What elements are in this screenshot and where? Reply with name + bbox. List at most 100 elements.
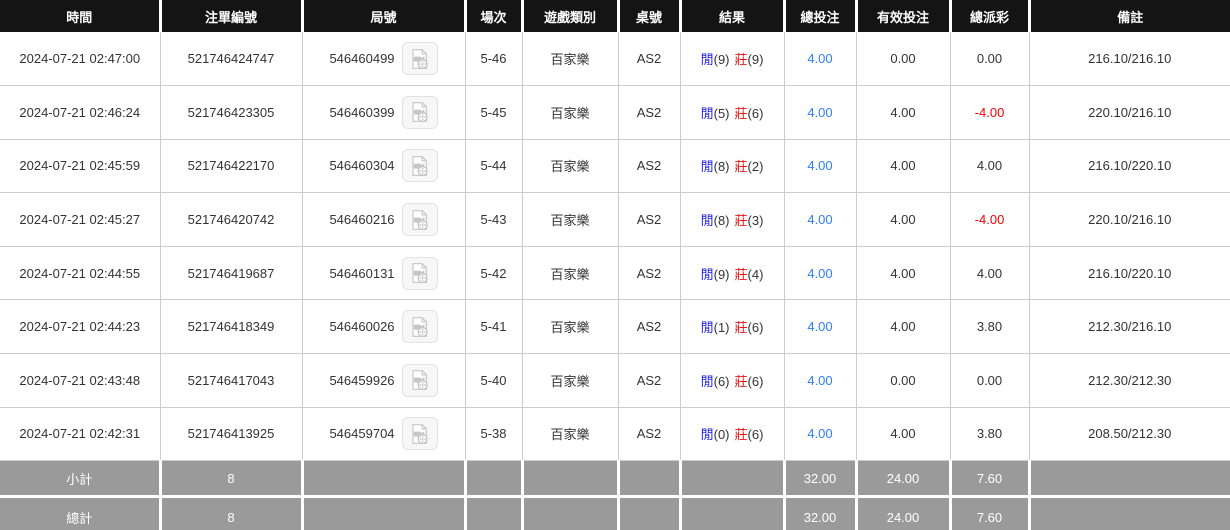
banker-score: (6) [747,105,764,121]
valid-bet-cell: 0.00 [856,32,951,87]
video-replay-button[interactable] [401,203,438,237]
player-score: (9) [713,266,730,282]
player-score: (1) [713,320,730,336]
footer-game-cell [522,460,620,499]
round-cell: 546460499 [302,32,466,87]
table-no-cell: AS2 [618,407,681,462]
round-cell: 546459926 [302,353,466,408]
total-bet-cell: 4.00 [784,299,857,355]
player-score: (8) [713,213,730,229]
video-replay-button[interactable] [401,310,438,344]
footer-table-no-cell [618,460,682,499]
player-label: 閒 [700,427,714,443]
table-header-row: 時間 注單編號 局號 場次 遊戲類別 桌號 結果 總投注 有效投注 總派彩 備註 [0,0,1230,32]
result-cell: 閒(8) 莊(2) [680,139,785,194]
footer-bet-count: 8 [160,496,304,530]
player-label: 閒 [700,105,714,121]
game-cell: 百家樂 [522,32,619,87]
footer-row: 總計 8 32.00 24.00 7.60 [0,496,1230,530]
table-no-cell: AS2 [618,32,681,87]
bet-id-cell: 521746413925 [160,407,303,462]
player-score: (9) [713,52,730,68]
result-cell: 閒(8) 莊(3) [680,192,785,247]
game-cell: 百家樂 [522,353,619,408]
footer-session-cell [465,496,524,530]
video-file-icon [411,370,428,391]
round-number: 546460216 [329,212,395,228]
header-total-bet: 總投注 [784,0,858,32]
session-cell: 5-46 [465,32,523,87]
video-replay-button[interactable] [401,363,438,397]
session-cell: 5-38 [465,407,523,462]
video-file-icon [411,48,428,69]
time-cell: 2024-07-21 02:42:31 [0,407,161,462]
remark-cell: 212.30/212.30 [1029,353,1230,408]
time-cell: 2024-07-21 02:47:00 [0,32,161,87]
time-cell: 2024-07-21 02:44:55 [0,246,161,301]
banker-score: (6) [747,427,764,443]
player-label: 閒 [700,320,714,336]
round-number: 546459704 [329,426,395,442]
valid-bet-cell: 4.00 [856,246,951,301]
footer-label: 小計 [0,460,162,499]
session-cell: 5-40 [465,353,523,408]
table-row: 2024-07-21 02:44:23 521746418349 546460026… [0,299,1230,355]
bet-id-cell: 521746422170 [160,139,303,194]
video-replay-button[interactable] [401,417,438,451]
total-bet-cell: 4.00 [784,353,857,408]
total-bet-cell: 4.00 [784,85,857,140]
player-score: (6) [713,373,730,389]
bet-id-cell: 521746424747 [160,32,303,87]
remark-cell: 208.50/212.30 [1029,407,1230,462]
footer-round-cell [302,460,467,499]
result-cell: 閒(5) 莊(6) [680,85,785,140]
remark-cell: 220.10/216.10 [1029,192,1230,247]
bet-id-cell: 521746418349 [160,299,303,355]
total-bet-cell: 4.00 [784,139,857,194]
round-number: 546460399 [329,104,395,120]
round-cell: 546460131 [302,246,466,301]
valid-bet-cell: 4.00 [856,139,951,194]
payout-cell: 4.00 [950,246,1030,301]
footer-valid-bet: 24.00 [856,496,952,530]
banker-label: 莊 [734,213,748,229]
bet-id-cell: 521746417043 [160,353,303,408]
player-label: 閒 [700,159,714,175]
table-head: 時間 注單編號 局號 場次 遊戲類別 桌號 結果 總投注 有效投注 總派彩 備註 [0,0,1230,32]
footer-result-cell [680,460,786,499]
round-cell: 546460026 [302,299,466,355]
table-no-cell: AS2 [618,85,681,140]
payout-cell: 3.80 [950,407,1030,462]
video-replay-button[interactable] [401,95,438,129]
session-cell: 5-45 [465,85,523,140]
time-cell: 2024-07-21 02:45:27 [0,192,161,247]
game-cell: 百家樂 [522,192,619,247]
payout-cell: 4.00 [950,139,1030,194]
footer-bet-count: 8 [160,460,304,499]
banker-label: 莊 [734,105,748,121]
remark-cell: 216.10/220.10 [1029,139,1230,194]
video-file-icon [411,102,428,123]
round-cell: 546459704 [302,407,466,462]
valid-bet-cell: 4.00 [856,85,951,140]
session-cell: 5-43 [465,192,523,247]
payout-cell: 0.00 [950,353,1030,408]
table-row: 2024-07-21 02:45:59 521746422170 546460304… [0,139,1230,194]
session-cell: 5-41 [465,299,523,355]
player-score: (8) [713,159,730,175]
table-row: 2024-07-21 02:42:31 521746413925 546459704… [0,407,1230,462]
video-replay-button[interactable] [401,42,438,76]
player-label: 閒 [700,373,714,389]
round-number: 546460131 [329,265,395,281]
result-cell: 閒(9) 莊(4) [680,246,785,301]
header-session: 場次 [465,0,524,32]
header-game: 遊戲類別 [522,0,620,32]
video-replay-button[interactable] [401,149,438,183]
video-replay-button[interactable] [401,256,438,290]
game-cell: 百家樂 [522,85,619,140]
table-no-cell: AS2 [618,246,681,301]
footer-round-cell [302,496,467,530]
game-cell: 百家樂 [522,246,619,301]
video-file-icon [411,155,428,177]
footer-valid-bet: 24.00 [856,460,952,499]
